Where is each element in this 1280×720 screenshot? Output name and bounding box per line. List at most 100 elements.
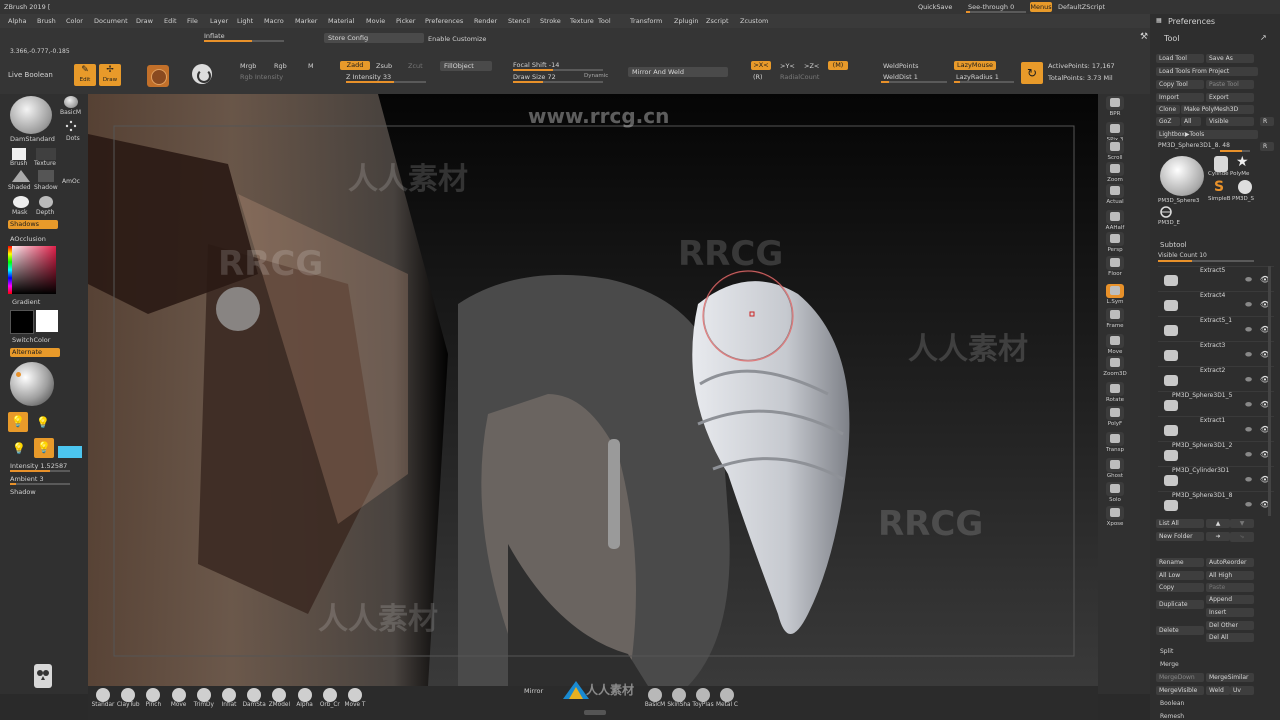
tool-thumbnail-cylinder[interactable] — [1214, 156, 1228, 172]
current-brush-thumbnail[interactable] — [10, 96, 52, 134]
menu-zplugin[interactable]: Zplugin — [674, 17, 699, 25]
draw-size-slider[interactable] — [513, 81, 603, 83]
brush-pinch-icon[interactable] — [144, 686, 162, 702]
polypaint-icon[interactable]: ⬬ — [1245, 375, 1252, 385]
m-symmetry-button[interactable]: (M) — [828, 61, 848, 70]
rename-button[interactable]: Rename — [1156, 558, 1204, 567]
viewport-button-l-sym[interactable] — [1106, 284, 1124, 298]
insert-button[interactable]: Insert — [1206, 608, 1254, 617]
polypaint-icon[interactable]: ⬬ — [1245, 450, 1252, 460]
primary-color-swatch[interactable] — [36, 310, 58, 332]
light-color-swatch[interactable] — [58, 446, 82, 458]
basic-material-thumbnail[interactable] — [64, 96, 78, 108]
hue-strip[interactable] — [8, 246, 12, 294]
menu-draw[interactable]: Draw — [136, 17, 153, 25]
store-config-button[interactable]: Store Config — [324, 33, 424, 43]
menu-preferences[interactable]: Preferences — [425, 17, 463, 25]
viewport-button-ghost[interactable] — [1106, 458, 1124, 472]
viewport-button-actual[interactable] — [1106, 184, 1124, 198]
tool-thumbnail-simplebrush-icon[interactable]: S — [1214, 179, 1224, 195]
material-toyplas-icon[interactable] — [694, 686, 712, 702]
zcut-button[interactable]: Zcut — [408, 62, 423, 70]
clone-button[interactable]: Clone — [1156, 105, 1180, 114]
shaded-icon[interactable] — [12, 170, 30, 182]
viewport-button-xpose[interactable] — [1106, 506, 1124, 520]
subtool-header[interactable]: Subtool — [1160, 241, 1187, 249]
menu-zscript[interactable]: Zscript — [706, 17, 729, 25]
viewport-button-spix-3[interactable] — [1106, 122, 1124, 136]
weld-dist-slider[interactable] — [881, 81, 947, 83]
draw-button[interactable]: ✢ Draw — [99, 64, 121, 86]
polypaint-icon[interactable]: ⬬ — [1245, 425, 1252, 435]
mirror-button[interactable]: Mirror — [524, 687, 543, 695]
polypaint-icon[interactable]: ⬬ — [1245, 475, 1252, 485]
autoreorder-button[interactable]: AutoReorder — [1206, 558, 1254, 567]
viewport-button-aahalf[interactable] — [1106, 210, 1124, 224]
brush-trimdy-icon[interactable] — [195, 686, 213, 702]
viewport-button-polyf[interactable] — [1106, 406, 1124, 420]
subtool-row[interactable]: Extract4 👁 ⬬ — [1158, 291, 1274, 314]
light-bulb-2-icon[interactable]: 💡 — [36, 416, 50, 429]
material-basicm-icon[interactable] — [646, 686, 664, 702]
tool-close-icon[interactable]: ↗ — [1260, 33, 1267, 42]
menu-tool[interactable]: Tool — [598, 17, 611, 25]
split-header[interactable]: Split — [1160, 648, 1173, 655]
menus-toggle[interactable]: Menus — [1030, 2, 1052, 12]
viewport-button-zoom[interactable] — [1106, 162, 1124, 176]
remesh-header[interactable]: Remesh — [1160, 713, 1184, 720]
viewport-button-move[interactable] — [1106, 334, 1124, 348]
brush-move-t-icon[interactable] — [346, 686, 364, 702]
color-picker[interactable] — [8, 246, 56, 294]
aocclusion-button[interactable]: AOcclusion — [10, 235, 46, 243]
fill-object-button[interactable]: FillObject — [440, 61, 492, 71]
brush-inflat-icon[interactable] — [220, 686, 238, 702]
weld-button[interactable]: Weld — [1206, 686, 1230, 695]
goz-button[interactable]: GoZ — [1156, 117, 1180, 126]
m-button[interactable]: M — [308, 62, 314, 70]
menu-color[interactable]: Color — [66, 17, 83, 25]
light-bulb-icon[interactable]: 💡 — [8, 412, 28, 432]
preferences-icon[interactable]: ▦ — [1156, 17, 1162, 24]
tool-thumbnail-sphere[interactable] — [1238, 180, 1252, 194]
depth-icon[interactable] — [38, 194, 54, 208]
preferences-header[interactable]: Preferences — [1168, 17, 1215, 26]
menu-texture[interactable]: Texture — [570, 17, 594, 25]
tool-thumbnail-main[interactable] — [1160, 156, 1204, 196]
merge-header[interactable]: Merge — [1160, 661, 1179, 668]
rgb-button[interactable]: Rgb — [274, 62, 287, 70]
viewport-button-scroll[interactable] — [1106, 140, 1124, 154]
quicksave-button[interactable]: QuickSave — [918, 3, 952, 11]
viewport-button-transp[interactable] — [1106, 432, 1124, 446]
brush-claytub-icon[interactable] — [119, 686, 137, 702]
append-button[interactable]: Append — [1206, 595, 1254, 604]
polypaint-icon[interactable]: ⬬ — [1245, 300, 1252, 310]
material-metal-c-icon[interactable] — [718, 686, 736, 702]
delete-button[interactable]: Delete — [1156, 626, 1204, 635]
light-bulb-active-icon[interactable]: 💡 — [34, 438, 54, 458]
menu-movie[interactable]: Movie — [366, 17, 385, 25]
lazy-radius-slider[interactable] — [954, 81, 1014, 83]
subtool-row[interactable]: PM3D_Sphere3D1_5 👁 ⬬ — [1158, 391, 1274, 414]
tool-header[interactable]: Tool — [1164, 34, 1180, 43]
mask-icon[interactable] — [12, 194, 30, 208]
y-symmetry-button[interactable]: >Y< — [780, 62, 795, 70]
see-through-slider[interactable]: See-through 0 — [968, 3, 1014, 11]
import-button[interactable]: Import — [1156, 93, 1204, 102]
alternate-toggle[interactable]: Alternate — [10, 348, 60, 357]
duplicate-button[interactable]: Duplicate — [1156, 600, 1204, 609]
menu-light[interactable]: Light — [237, 17, 253, 25]
viewport-button-frame[interactable] — [1106, 308, 1124, 322]
subtool-row[interactable]: PM3D_Sphere3D1_8 👁 ⬬ — [1158, 491, 1274, 514]
menu-edit[interactable]: Edit — [164, 17, 177, 25]
current-tool-slider[interactable] — [1220, 150, 1250, 152]
viewport-button-persp[interactable] — [1106, 232, 1124, 246]
polypaint-icon[interactable]: ⬬ — [1245, 500, 1252, 510]
menu-stroke[interactable]: Stroke — [540, 17, 561, 25]
switch-color-button[interactable]: SwitchColor — [12, 336, 50, 344]
menu-document[interactable]: Document — [94, 17, 128, 25]
current-tool-r-button[interactable]: R — [1260, 142, 1274, 151]
amoc-label[interactable]: AmOc — [62, 178, 80, 185]
enable-customize-button[interactable]: Enable Customize — [428, 35, 486, 43]
list-all-button[interactable]: List All — [1156, 519, 1204, 528]
mrgb-button[interactable]: Mrgb — [240, 62, 256, 70]
